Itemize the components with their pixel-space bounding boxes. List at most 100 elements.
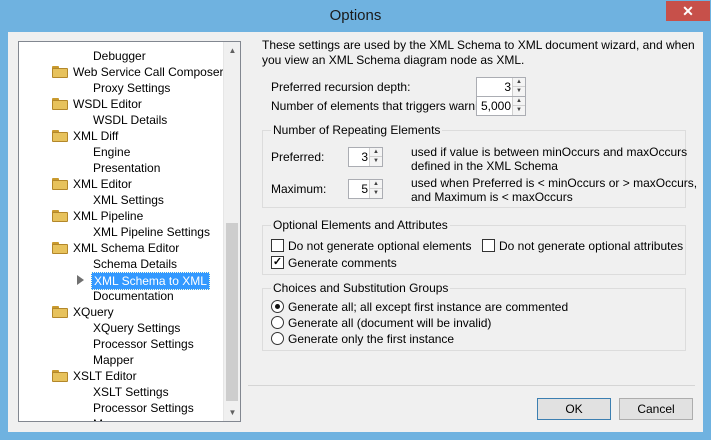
check-icon[interactable]: ✓ [271,256,284,269]
tree-item[interactable]: XML Diff [19,128,224,144]
tree-item[interactable]: Schema Details [19,256,224,272]
tree-item-label[interactable]: XML Diff [71,128,120,144]
spin-down-icon[interactable]: ▼ [513,106,525,115]
scroll-thumb[interactable] [226,223,238,401]
repeating-group: Number of Repeating Elements Preferred: … [262,123,697,208]
tree-item[interactable]: WSDL Details [19,112,224,128]
radio-selected-icon[interactable] [271,300,284,313]
folder-icon [52,242,68,254]
tree-item[interactable]: Processor Settings [19,400,224,416]
separator [248,385,695,386]
radio-icon[interactable] [271,332,284,345]
checkbox-icon[interactable] [482,239,495,252]
scroll-down-icon[interactable]: ▼ [224,404,240,421]
warning-value[interactable]: 5,000 [481,99,511,113]
tree-item[interactable]: Debugger [19,48,224,64]
recursion-stepper[interactable]: 3 ▲ ▼ [476,77,526,97]
tree-item-label[interactable]: XML Schema Editor [71,240,181,256]
tree-item-label[interactable]: WSDL Editor [71,96,144,112]
generate-comments-checkbox[interactable]: ✓ Generate comments [271,255,471,271]
spin-up-icon[interactable]: ▲ [513,97,525,106]
tree-item-label[interactable]: Debugger [91,48,148,64]
tree-item[interactable]: XSLT Settings [19,384,224,400]
optional-group: Optional Elements and Attributes Do not … [262,218,686,275]
spin-up-icon[interactable]: ▲ [370,180,382,189]
folder-icon [52,306,68,318]
spin-down-icon[interactable]: ▼ [370,157,382,166]
cancel-button[interactable]: Cancel [619,398,693,420]
tree-item[interactable]: XML Schema to XML [19,272,224,290]
tree-item-label[interactable]: XQuery [71,304,116,320]
tree-item-label[interactable]: XML Editor [71,176,134,192]
choice-radio[interactable]: Generate only the first instance [271,331,671,347]
tree-item[interactable]: WSDL Editor [19,96,224,112]
tree-item-label[interactable]: XML Settings [91,192,166,208]
tree-item[interactable]: Mapper [19,352,224,368]
tree-item-label[interactable]: XSLT Settings [91,384,171,400]
tree-item-label[interactable]: Presentation [91,160,162,176]
scroll-up-icon[interactable]: ▲ [224,42,240,59]
spin-down-icon[interactable]: ▼ [370,189,382,198]
tree-item[interactable]: XML Pipeline Settings [19,224,224,240]
spin-up-icon[interactable]: ▲ [370,148,382,157]
options-tree[interactable]: M...Processor SettingsXSLT SettingsXSLT … [18,41,241,422]
radio-icon[interactable] [271,316,284,329]
tree-item-label[interactable]: Processor Settings [91,400,196,416]
choice-radio[interactable]: Generate all; all except first instance … [271,299,671,315]
maximum-stepper[interactable]: 5 ▲ ▼ [348,179,383,199]
no-optional-attributes-checkbox[interactable]: Do not generate optional attributes [482,238,683,254]
tree-item-label[interactable]: Web Service Call Composer [71,64,226,80]
tree-item-label[interactable]: Documentation [91,288,176,304]
tree-item-label[interactable]: Schema Details [91,256,179,272]
tree-item[interactable]: XQuery [19,304,224,320]
choice-label[interactable]: Generate only the first instance [288,332,454,346]
tree-item[interactable]: XQuery Settings [19,320,224,336]
warning-stepper[interactable]: 5,000 ▲ ▼ [476,96,526,116]
recursion-value[interactable]: 3 [504,80,511,94]
spin-down-icon[interactable]: ▼ [513,87,525,96]
tree-item[interactable]: Proxy Settings [19,80,224,96]
choice-label[interactable]: Generate all; all except first instance … [288,300,568,314]
tree-item-label[interactable]: WSDL Details [91,112,169,128]
warning-label: Number of elements that triggers warning… [271,99,495,113]
folder-icon [52,178,68,190]
choice-radio[interactable]: Generate all (document will be invalid) [271,315,671,331]
tree-scrollbar[interactable]: ▲ ▼ [223,42,240,421]
tree-item[interactable]: M... [19,416,224,421]
tree-item-label[interactable]: XSLT Editor [71,368,139,384]
tree-item[interactable]: Web Service Call Composer [19,64,224,80]
checkbox-icon[interactable] [271,239,284,252]
tree-item[interactable]: XSLT Editor [19,368,224,384]
no-optional-elements-label[interactable]: Do not generate optional elements [288,239,471,253]
title-bar[interactable]: Options ✕ [0,0,711,32]
ok-button[interactable]: OK [537,398,611,420]
choices-title: Choices and Substitution Groups [271,281,451,295]
tree-item[interactable]: Documentation [19,288,224,304]
tree-item-label[interactable]: XML Pipeline Settings [91,224,212,240]
choice-label[interactable]: Generate all (document will be invalid) [288,316,491,330]
tree-item-label[interactable]: XQuery Settings [91,320,182,336]
tree-item[interactable]: XML Editor [19,176,224,192]
no-optional-attributes-label[interactable]: Do not generate optional attributes [499,239,683,253]
tree-item[interactable]: Engine [19,144,224,160]
tree-item-label[interactable]: Processor Settings [91,336,196,352]
tree-item[interactable]: XML Schema Editor [19,240,224,256]
no-optional-elements-checkbox[interactable]: Do not generate optional elements [271,238,471,254]
intro-text: These settings are used by the XML Schem… [262,38,695,67]
tree-item[interactable]: Processor Settings [19,336,224,352]
tree-item-label[interactable]: Engine [91,144,132,160]
preferred-stepper[interactable]: 3 ▲ ▼ [348,147,383,167]
close-button[interactable]: ✕ [666,1,710,21]
spin-up-icon[interactable]: ▲ [513,78,525,87]
tree-item[interactable]: XML Settings [19,192,224,208]
tree-item-label[interactable]: Mapper [91,352,136,368]
tree-item-label[interactable]: Proxy Settings [91,80,172,96]
maximum-value[interactable]: 5 [361,182,368,196]
tree-item[interactable]: XML Pipeline [19,208,224,224]
tree-item-label[interactable]: XML Schema to XML [91,272,210,290]
generate-comments-label[interactable]: Generate comments [288,256,397,270]
tree-item[interactable]: Presentation [19,160,224,176]
tree-item-label[interactable]: M... [91,416,115,421]
tree-item-label[interactable]: XML Pipeline [71,208,145,224]
preferred-value[interactable]: 3 [361,150,368,164]
